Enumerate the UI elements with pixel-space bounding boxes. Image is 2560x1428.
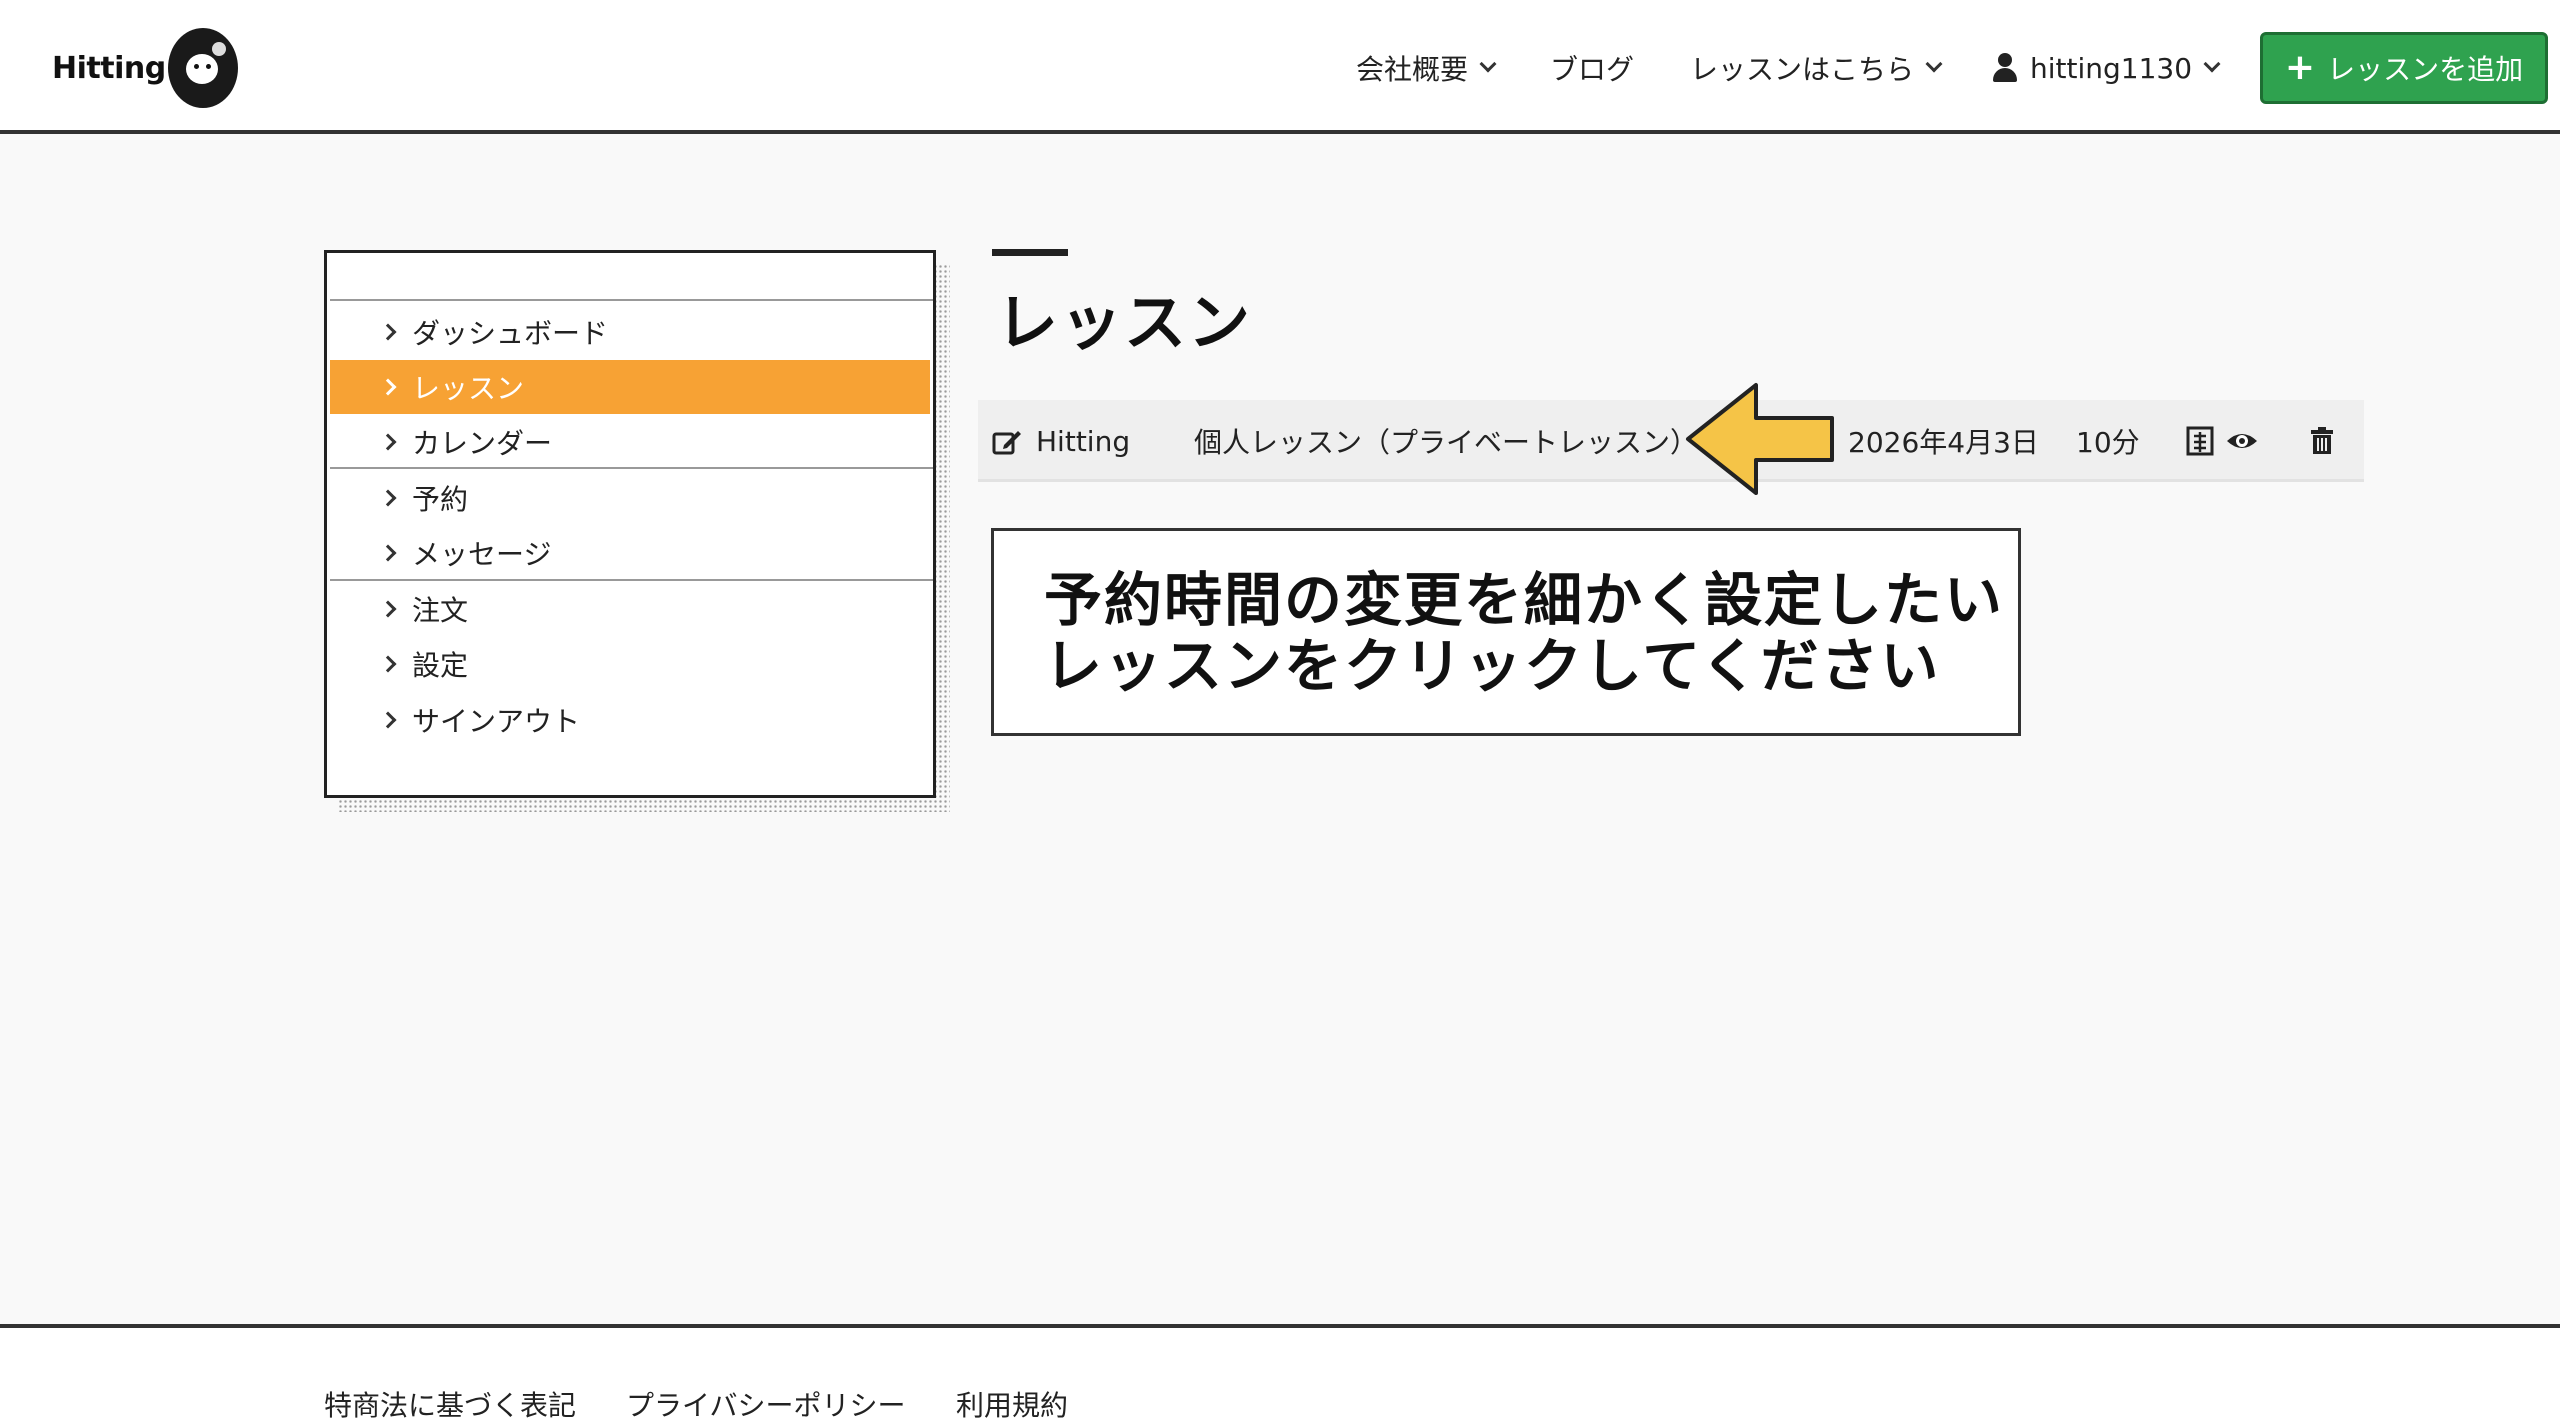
- sidebar-item-orders[interactable]: 注文: [330, 582, 930, 636]
- nav-company-label: 会社概要: [1356, 53, 1469, 86]
- sidebar-item-signout[interactable]: サインアウト: [330, 693, 930, 747]
- callout-line-1: 予約時間の変更を細かく設定したい: [1044, 566, 2005, 634]
- chevron-right-icon: [379, 433, 397, 451]
- site-header: Hitting 会社概要 ブログ レッスンはこちら hitting1130 + …: [0, 0, 2560, 134]
- sidebar-item-label: メッセージ: [412, 538, 552, 571]
- lesson-name-link[interactable]: Hitting: [992, 400, 1130, 482]
- footer-link-privacy[interactable]: プライバシーポリシー: [626, 1384, 905, 1424]
- sidebar-item-reservations[interactable]: 予約: [330, 471, 930, 525]
- nav-lessons[interactable]: レッスンはこちら: [1690, 40, 1943, 96]
- sidebar-divider: [330, 579, 933, 581]
- logo-text: Hitting: [52, 50, 166, 86]
- sidebar-item-calendar[interactable]: カレンダー: [330, 415, 930, 469]
- chevron-right-icon: [379, 489, 397, 507]
- lesson-duration: 10分: [2076, 426, 2140, 459]
- instruction-callout: 予約時間の変更を細かく設定したい レッスンをクリックしてください: [991, 528, 2021, 736]
- chevron-down-icon: [1479, 55, 1497, 73]
- chevron-right-icon: [379, 655, 397, 673]
- eye-icon[interactable]: [2222, 400, 2262, 482]
- lesson-name: Hitting: [1036, 424, 1131, 458]
- sidebar-divider: [330, 467, 933, 469]
- nav-blog-label: ブログ: [1550, 53, 1635, 86]
- sidebar-item-label: カレンダー: [412, 427, 553, 460]
- chevron-down-icon: [2203, 55, 2221, 73]
- title-accent-bar: [992, 249, 1068, 256]
- chevron-right-icon: [379, 544, 397, 562]
- sidebar-divider: [330, 299, 933, 301]
- nav-company[interactable]: 会社概要: [1356, 40, 1497, 96]
- chevron-down-icon: [1925, 55, 1943, 73]
- sidebar-item-messages[interactable]: メッセージ: [330, 526, 930, 580]
- callout-line-2: レッスンをクリックしてください: [1044, 632, 1941, 700]
- add-lesson-label: レッスンを追加: [2327, 53, 2524, 86]
- sidebar-item-dashboard[interactable]: ダッシュボード: [330, 305, 930, 359]
- page-title: レッスン: [996, 286, 1253, 359]
- trash-icon[interactable]: [2306, 400, 2338, 482]
- lesson-type: 個人レッスン（プライベートレッスン）: [1194, 426, 1699, 459]
- logo-mascot-icon: [167, 28, 238, 108]
- chevron-right-icon: [379, 711, 397, 729]
- sidebar-item-label: サインアウト: [412, 705, 581, 738]
- edit-icon: [992, 427, 1022, 455]
- nav-user-menu[interactable]: hitting1130: [1992, 40, 2221, 96]
- copy-icon[interactable]: [2182, 400, 2218, 482]
- logo[interactable]: Hitting: [52, 28, 238, 108]
- sidebar-item-label: 注文: [412, 594, 469, 627]
- nav-lessons-label: レッスンはこちら: [1690, 53, 1915, 86]
- footer-link-commerce-law[interactable]: 特商法に基づく表記: [324, 1384, 576, 1424]
- pointer-arrow: [1686, 383, 1834, 495]
- chevron-right-icon: [379, 323, 397, 341]
- nav-user-label: hitting1130: [2030, 51, 2193, 85]
- sidebar-item-lessons[interactable]: レッスン: [330, 360, 930, 414]
- add-lesson-button[interactable]: + レッスンを追加: [2260, 32, 2548, 104]
- user-icon: [1992, 53, 2018, 83]
- sidebar-item-label: レッスン: [412, 372, 525, 405]
- sidebar-item-label: 設定: [412, 649, 469, 682]
- lesson-row[interactable]: Hitting 個人レッスン（プライベートレッスン） 2026年4月3日 10分: [978, 400, 2364, 482]
- sidebar-item-label: ダッシュボード: [412, 317, 609, 350]
- chevron-right-icon: [379, 600, 397, 618]
- plus-icon: +: [2284, 47, 2316, 88]
- sidebar: ダッシュボード レッスン カレンダー 予約 メッセージ 注文 設定 サインアウト: [324, 250, 936, 798]
- footer-link-terms[interactable]: 利用規約: [956, 1384, 1068, 1424]
- lesson-date: 2026年4月3日: [1848, 426, 2039, 459]
- nav-blog[interactable]: ブログ: [1550, 40, 1634, 96]
- sidebar-item-settings[interactable]: 設定: [330, 637, 930, 691]
- sidebar-item-label: 予約: [412, 483, 469, 516]
- chevron-right-icon: [379, 378, 397, 396]
